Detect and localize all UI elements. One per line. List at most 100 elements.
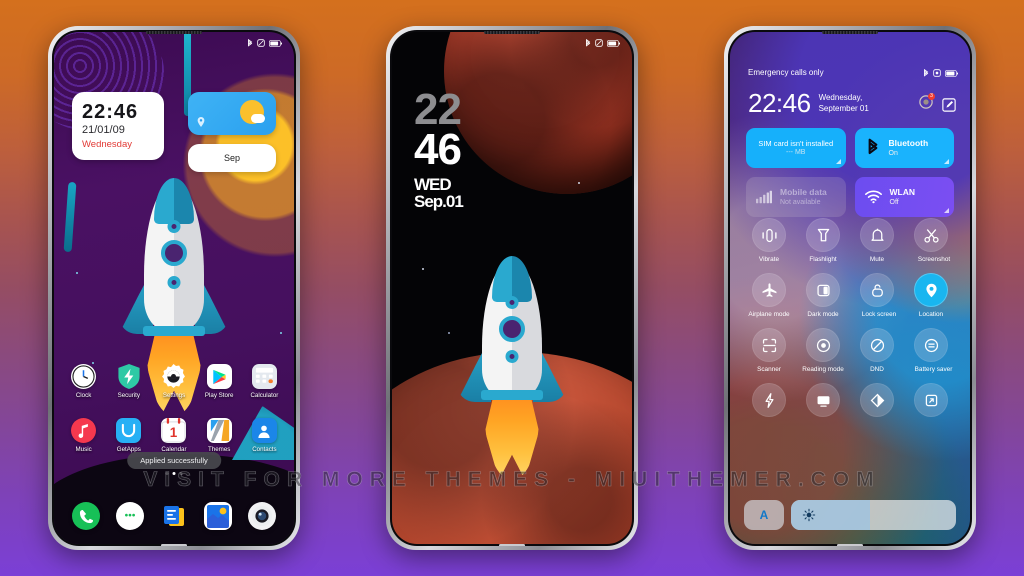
toggle-screen-rotate[interactable] <box>904 383 958 421</box>
toggle-battery-saver[interactable]: Battery saver <box>904 328 958 373</box>
shield-icon <box>116 364 141 389</box>
control-center-actions: 3 <box>919 93 956 114</box>
battery-icon <box>945 69 958 77</box>
control-center-time: 22:46 <box>748 88 811 118</box>
notification-badge: 3 <box>928 93 935 100</box>
clock-widget-weekday: Wednesday <box>82 139 132 150</box>
app-security[interactable]: Security <box>106 364 151 399</box>
clock-widget[interactable]: 22:46 21/01/09 Wednesday <box>72 92 164 160</box>
airplane-icon <box>752 273 786 307</box>
lock-icon <box>860 273 894 307</box>
app-dock <box>54 502 294 530</box>
cast-screen-icon <box>806 383 840 417</box>
app-play-store[interactable]: Play Store <box>197 364 242 399</box>
silent-mode-icon <box>933 69 941 77</box>
weather-widget[interactable] <box>188 92 276 135</box>
themes-icon <box>206 418 232 443</box>
date-line-1: Wednesday, <box>818 93 863 102</box>
notification-settings-icon[interactable]: 3 <box>919 93 935 114</box>
camera-lens-icon[interactable] <box>248 502 276 530</box>
app-clock[interactable]: Clock <box>61 364 106 399</box>
tile-sim-card[interactable]: SIM card isn't installed --- MB <box>746 128 846 168</box>
toggle-data-saver[interactable] <box>850 383 904 421</box>
tile-mobile-data[interactable]: Mobile data Not available <box>746 177 846 217</box>
toggle-label: Screenshot <box>917 256 951 263</box>
phone2-bezel: 22 46 WED Sep.01 <box>390 30 634 546</box>
toggle-dnd[interactable]: DND <box>850 328 904 373</box>
page-dot <box>179 472 183 475</box>
toggle-lightning[interactable] <box>742 383 796 421</box>
silent-mode-icon <box>257 39 265 47</box>
app-calculator[interactable]: Calculator <box>242 364 287 399</box>
battery-saver-icon <box>914 328 948 362</box>
edit-icon[interactable] <box>942 97 956 112</box>
tile-title: Bluetooth <box>888 138 929 149</box>
star-dot <box>578 182 580 184</box>
toggle-scanner[interactable]: Scanner <box>742 328 796 373</box>
getapps-bag-icon <box>116 418 142 443</box>
reading-mode-icon <box>806 328 840 362</box>
earpiece-speaker <box>484 31 540 34</box>
bluetooth-icon <box>586 38 591 47</box>
scanner-icon <box>752 328 786 362</box>
toggle-label: Lock screen <box>861 311 897 318</box>
toast-message: Applied successfully <box>127 452 221 469</box>
phone-handset-icon[interactable] <box>72 502 100 530</box>
earpiece-speaker <box>822 31 878 34</box>
phone-control-center: Emergency calls only 22:46 Wednesday, Se… <box>724 26 976 550</box>
auto-brightness-button[interactable]: A <box>744 500 784 530</box>
location-pin-icon <box>914 273 948 307</box>
toggle-flashlight[interactable]: Flashlight <box>796 218 850 263</box>
phone3-bezel: Emergency calls only 22:46 Wednesday, Se… <box>728 30 972 546</box>
month-widget[interactable]: Sep <box>188 144 276 172</box>
app-settings[interactable]: Settings <box>151 364 196 399</box>
toggle-location[interactable]: Location <box>904 273 958 318</box>
phone2-status-bar <box>392 32 632 54</box>
chat-bubble-icon[interactable] <box>116 502 144 530</box>
app-label: Contacts <box>252 446 277 453</box>
app-contacts[interactable]: Contacts <box>242 418 287 453</box>
toggle-dark-mode[interactable]: Dark mode <box>796 273 850 318</box>
toggle-label: Dark mode <box>807 311 839 318</box>
app-calendar[interactable]: 1 Calendar <box>151 418 196 453</box>
clock-widget-time: 22:46 <box>82 101 139 123</box>
toggle-airplane-mode[interactable]: Airplane mode <box>742 273 796 318</box>
rocket-window-main <box>161 240 187 266</box>
clock-icon <box>71 364 97 389</box>
toggle-reading-mode[interactable]: Reading mode <box>796 328 850 373</box>
page-indicator[interactable] <box>165 472 183 475</box>
notes-icon[interactable] <box>160 502 188 530</box>
clock-widget-date: 21/01/09 <box>82 124 125 136</box>
brightness-sun-icon <box>802 508 816 522</box>
bluetooth-icon <box>868 138 877 155</box>
lockscreen-minute: 46 <box>414 125 462 175</box>
rocket-illustration <box>457 256 567 480</box>
toggle-label: Location <box>918 311 944 318</box>
page-dot-active <box>172 472 176 475</box>
toggle-cast-screen[interactable] <box>796 383 850 421</box>
mars-planet-top <box>444 32 632 194</box>
app-label: Calculator <box>250 392 279 399</box>
brightness-control: A <box>744 500 956 530</box>
app-getapps[interactable]: GetApps <box>106 418 151 453</box>
gallery-image-icon[interactable] <box>204 502 232 530</box>
brightness-slider[interactable] <box>791 500 956 530</box>
flashlight-icon <box>806 218 840 252</box>
wallpaper-streak-left <box>63 181 77 253</box>
lightning-icon <box>752 383 786 417</box>
toggle-screenshot[interactable]: Screenshot <box>904 218 958 263</box>
tile-subtitle: --- MB <box>786 148 806 156</box>
phone1-status-icons <box>247 38 282 48</box>
toggle-vibrate[interactable]: Vibrate <box>742 218 796 263</box>
lockscreen-hour: 22 <box>414 85 462 134</box>
cloud-icon <box>251 114 265 123</box>
toggle-lock-screen[interactable]: Lock screen <box>850 273 904 318</box>
phone3-status-icons <box>923 68 958 78</box>
toggle-mute[interactable]: Mute <box>850 218 904 263</box>
tile-wlan[interactable]: WLAN Off <box>854 177 954 217</box>
app-themes[interactable]: Themes <box>197 418 242 453</box>
tile-bluetooth[interactable]: Bluetooth On <box>854 128 954 168</box>
tile-subtitle: On <box>888 149 898 157</box>
month-widget-label: Sep <box>223 153 240 163</box>
app-music[interactable]: Music <box>61 418 106 453</box>
